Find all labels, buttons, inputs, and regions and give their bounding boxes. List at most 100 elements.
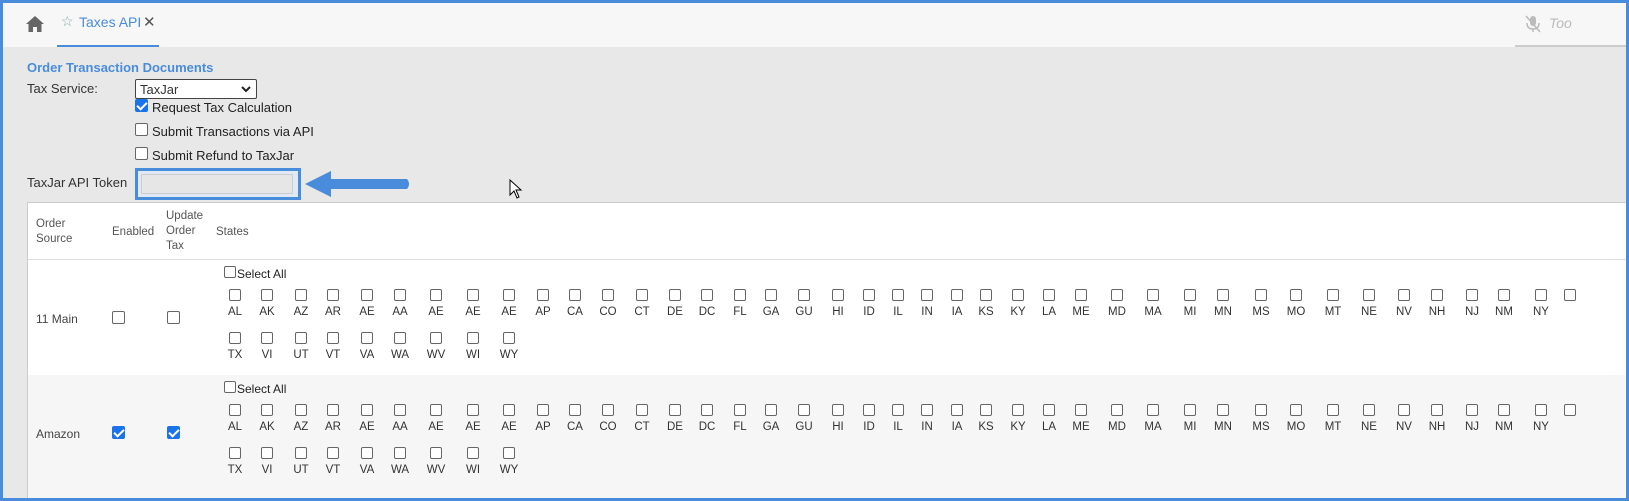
state-checkbox-md[interactable] bbox=[1111, 404, 1123, 416]
state-checkbox-fl[interactable] bbox=[734, 289, 746, 301]
state-checkbox-ap[interactable] bbox=[537, 404, 549, 416]
state-checkbox-ky[interactable] bbox=[1012, 289, 1024, 301]
state-checkbox-il[interactable] bbox=[892, 404, 904, 416]
state-checkbox-nh[interactable] bbox=[1431, 404, 1443, 416]
state-checkbox-la[interactable] bbox=[1043, 289, 1055, 301]
tab-taxes-api[interactable]: ☆ Taxes API ✕ bbox=[57, 3, 159, 47]
microphone-off-icon[interactable] bbox=[1525, 15, 1541, 33]
state-checkbox-va[interactable] bbox=[361, 447, 373, 459]
state-checkbox-ae[interactable] bbox=[361, 404, 373, 416]
enabled-checkbox[interactable] bbox=[112, 426, 125, 439]
state-checkbox-id[interactable] bbox=[863, 404, 875, 416]
state-checkbox-wy[interactable] bbox=[503, 332, 515, 344]
state-checkbox-ar[interactable] bbox=[327, 404, 339, 416]
state-checkbox-ct[interactable] bbox=[636, 289, 648, 301]
state-checkbox-mo[interactable] bbox=[1290, 289, 1302, 301]
state-checkbox-me[interactable] bbox=[1075, 404, 1087, 416]
state-checkbox-nh[interactable] bbox=[1431, 289, 1443, 301]
submit-transactions-checkbox[interactable] bbox=[135, 123, 148, 136]
state-checkbox-id[interactable] bbox=[863, 289, 875, 301]
state-checkbox-ne[interactable] bbox=[1363, 289, 1375, 301]
state-checkbox-aa[interactable] bbox=[394, 404, 406, 416]
state-checkbox-vt[interactable] bbox=[327, 332, 339, 344]
state-checkbox-gu[interactable] bbox=[798, 289, 810, 301]
state-checkbox-mt[interactable] bbox=[1327, 289, 1339, 301]
state-checkbox-ca[interactable] bbox=[569, 404, 581, 416]
submit-refund-checkbox[interactable] bbox=[135, 147, 148, 160]
enabled-checkbox[interactable] bbox=[112, 311, 125, 324]
state-checkbox-wv[interactable] bbox=[430, 332, 442, 344]
state-checkbox-ne[interactable] bbox=[1363, 404, 1375, 416]
state-checkbox-wv[interactable] bbox=[430, 447, 442, 459]
update-order-tax-checkbox[interactable] bbox=[167, 311, 180, 324]
state-checkbox-hi[interactable] bbox=[832, 404, 844, 416]
state-checkbox-de[interactable] bbox=[669, 289, 681, 301]
state-checkbox-ca[interactable] bbox=[569, 289, 581, 301]
state-checkbox-hi[interactable] bbox=[832, 289, 844, 301]
toolbar-right[interactable]: Too bbox=[1515, 3, 1626, 47]
state-checkbox-ga[interactable] bbox=[765, 289, 777, 301]
state-checkbox-al[interactable] bbox=[229, 289, 241, 301]
state-checkbox-mn[interactable] bbox=[1217, 404, 1229, 416]
state-checkbox-wy[interactable] bbox=[503, 447, 515, 459]
state-checkbox-ae[interactable] bbox=[467, 404, 479, 416]
state-checkbox-co[interactable] bbox=[602, 404, 614, 416]
select-all-checkbox[interactable] bbox=[224, 381, 236, 393]
close-tab-icon[interactable]: ✕ bbox=[143, 13, 156, 31]
state-checkbox-de[interactable] bbox=[669, 404, 681, 416]
state-checkbox-ks[interactable] bbox=[980, 404, 992, 416]
state-checkbox-vt[interactable] bbox=[327, 447, 339, 459]
state-checkbox-ut[interactable] bbox=[295, 332, 307, 344]
state-checkbox-nv[interactable] bbox=[1398, 289, 1410, 301]
state-checkbox-tx[interactable] bbox=[229, 447, 241, 459]
state-checkbox-ae[interactable] bbox=[430, 289, 442, 301]
state-checkbox-dc[interactable] bbox=[701, 289, 713, 301]
state-checkbox-la[interactable] bbox=[1043, 404, 1055, 416]
state-checkbox-clipped[interactable] bbox=[1564, 404, 1576, 416]
favorite-star-icon[interactable]: ☆ bbox=[61, 13, 74, 30]
state-checkbox-wi[interactable] bbox=[467, 447, 479, 459]
state-checkbox-ae[interactable] bbox=[503, 404, 515, 416]
state-checkbox-ae[interactable] bbox=[503, 289, 515, 301]
state-checkbox-va[interactable] bbox=[361, 332, 373, 344]
state-checkbox-in[interactable] bbox=[921, 289, 933, 301]
state-checkbox-ae[interactable] bbox=[467, 289, 479, 301]
state-checkbox-ut[interactable] bbox=[295, 447, 307, 459]
state-checkbox-ky[interactable] bbox=[1012, 404, 1024, 416]
state-checkbox-ar[interactable] bbox=[327, 289, 339, 301]
state-checkbox-ga[interactable] bbox=[765, 404, 777, 416]
home-button[interactable] bbox=[25, 14, 47, 36]
state-checkbox-nv[interactable] bbox=[1398, 404, 1410, 416]
state-checkbox-tx[interactable] bbox=[229, 332, 241, 344]
state-checkbox-ma[interactable] bbox=[1147, 404, 1159, 416]
state-checkbox-gu[interactable] bbox=[798, 404, 810, 416]
state-checkbox-ak[interactable] bbox=[261, 404, 273, 416]
state-checkbox-ms[interactable] bbox=[1255, 289, 1267, 301]
api-token-input[interactable] bbox=[141, 174, 293, 194]
update-order-tax-checkbox[interactable] bbox=[167, 426, 180, 439]
state-checkbox-dc[interactable] bbox=[701, 404, 713, 416]
state-checkbox-ia[interactable] bbox=[951, 289, 963, 301]
state-checkbox-mn[interactable] bbox=[1217, 289, 1229, 301]
state-checkbox-wi[interactable] bbox=[467, 332, 479, 344]
state-checkbox-in[interactable] bbox=[921, 404, 933, 416]
state-checkbox-nj[interactable] bbox=[1466, 289, 1478, 301]
state-checkbox-ae[interactable] bbox=[361, 289, 373, 301]
select-all-checkbox[interactable] bbox=[224, 266, 236, 278]
state-checkbox-mo[interactable] bbox=[1290, 404, 1302, 416]
state-checkbox-fl[interactable] bbox=[734, 404, 746, 416]
state-checkbox-al[interactable] bbox=[229, 404, 241, 416]
state-checkbox-ms[interactable] bbox=[1255, 404, 1267, 416]
state-checkbox-nm[interactable] bbox=[1498, 289, 1510, 301]
state-checkbox-ap[interactable] bbox=[537, 289, 549, 301]
state-checkbox-me[interactable] bbox=[1075, 289, 1087, 301]
state-checkbox-wa[interactable] bbox=[394, 447, 406, 459]
state-checkbox-az[interactable] bbox=[295, 404, 307, 416]
state-checkbox-ae[interactable] bbox=[430, 404, 442, 416]
state-checkbox-nm[interactable] bbox=[1498, 404, 1510, 416]
state-checkbox-clipped[interactable] bbox=[1564, 289, 1576, 301]
state-checkbox-az[interactable] bbox=[295, 289, 307, 301]
state-checkbox-ct[interactable] bbox=[636, 404, 648, 416]
state-checkbox-mi[interactable] bbox=[1184, 404, 1196, 416]
state-checkbox-ia[interactable] bbox=[951, 404, 963, 416]
